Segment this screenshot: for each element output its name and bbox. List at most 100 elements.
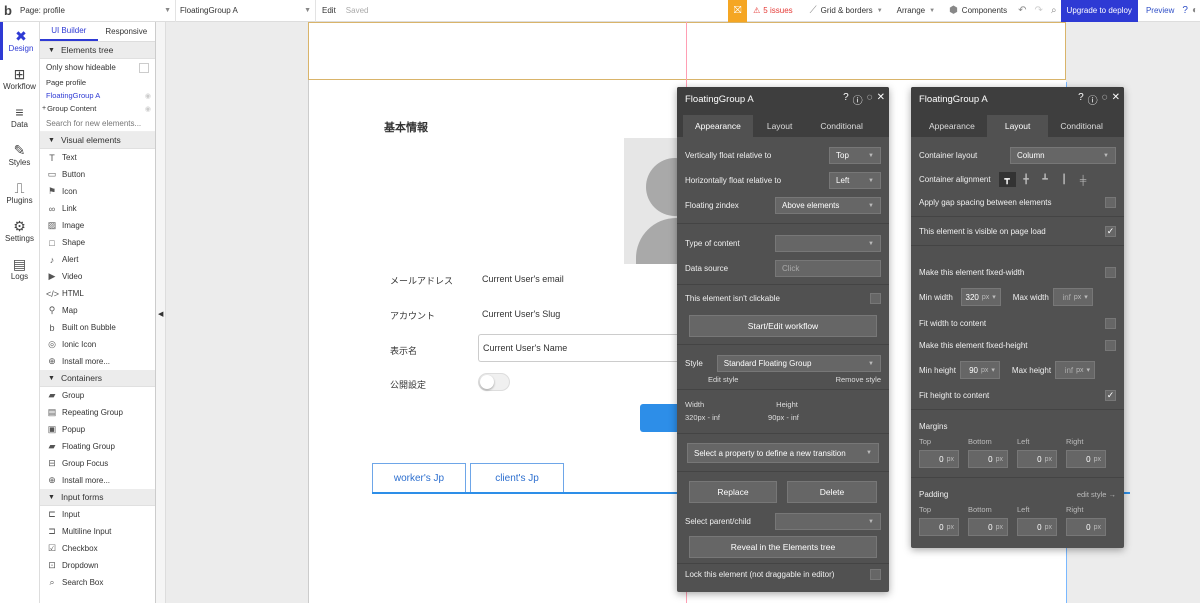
help-icon[interactable]: ? — [843, 92, 849, 107]
list-item[interactable]: ▰ Group — [40, 387, 155, 404]
margin-right-input[interactable]: 0 px — [1066, 450, 1106, 468]
comment-icon[interactable]: ◌ — [1102, 92, 1108, 107]
info-icon[interactable]: ⓘ — [1088, 92, 1098, 107]
list-item[interactable]: ▶ Video — [40, 268, 155, 285]
padding-top-input[interactable]: 0 px — [919, 518, 959, 536]
property-editor-appearance[interactable]: FloatingGroup A ? ⓘ ◌ ✕ Appearance Layou… — [677, 87, 889, 592]
public-setting-toggle[interactable] — [478, 373, 510, 391]
fixed-height-checkbox[interactable] — [1105, 340, 1116, 351]
gift-icon[interactable]: ⛝ — [728, 0, 748, 22]
issues-button[interactable]: ⚠ 5 issues — [753, 6, 793, 15]
containers-header[interactable]: ▼ Containers — [40, 370, 155, 387]
close-icon[interactable]: ✕ — [1112, 92, 1120, 107]
page-select[interactable]: Page: profile ▼ — [16, 0, 176, 22]
tree-item-floating-group[interactable]: FloatingGroup A ◉ — [40, 89, 155, 102]
rail-logs[interactable]: ▤ Logs — [0, 250, 39, 288]
edit-style-link[interactable]: edit style → — [1077, 490, 1116, 499]
fit-width-checkbox[interactable] — [1105, 318, 1116, 329]
align-stretch-icon[interactable]: ┃ — [1056, 172, 1073, 187]
public-setting-label[interactable]: 公開設定 — [390, 378, 426, 391]
email-value[interactable]: Current User's email — [482, 274, 564, 284]
padding-bottom-input[interactable]: 0 px — [968, 518, 1008, 536]
list-item[interactable]: ⚑ Icon — [40, 183, 155, 200]
list-item[interactable]: ▤ Repeating Group — [40, 404, 155, 421]
close-icon[interactable]: ✕ — [877, 92, 885, 107]
header-group[interactable] — [308, 22, 1066, 80]
list-item[interactable]: ▰ Floating Group — [40, 438, 155, 455]
plus-icon[interactable]: + — [42, 105, 46, 112]
list-item[interactable]: ⊡ Dropdown — [40, 557, 155, 574]
blue-button[interactable] — [640, 404, 680, 432]
list-item[interactable]: □ Shape — [40, 234, 155, 251]
list-item[interactable]: ∞ Link — [40, 200, 155, 217]
preview-button[interactable]: Preview — [1146, 6, 1174, 15]
upgrade-deploy-button[interactable]: Upgrade to deploy — [1060, 0, 1138, 22]
eye-icon[interactable]: ◉ — [145, 105, 151, 113]
list-item[interactable]: ☑ Checkbox — [40, 540, 155, 557]
list-item[interactable]: ▣ Popup — [40, 421, 155, 438]
tab-appearance[interactable]: Appearance — [683, 115, 753, 137]
element-select[interactable]: FloatingGroup A ▼ — [176, 0, 316, 22]
tab-ui-builder[interactable]: UI Builder — [40, 22, 98, 41]
remove-style-link[interactable]: Remove style — [836, 375, 881, 384]
not-clickable-checkbox[interactable] — [870, 293, 881, 304]
edit-menu[interactable]: Edit — [322, 6, 336, 15]
list-item[interactable]: ⊐ Multiline Input — [40, 523, 155, 540]
tree-item-page[interactable]: Page profile — [40, 76, 155, 89]
tree-item-group-content[interactable]: + Group Content ◉ — [40, 102, 155, 115]
list-item[interactable]: ▨ Image — [40, 217, 155, 234]
transition-select[interactable]: Select a property to define a new transi… — [687, 443, 879, 463]
margin-bottom-input[interactable]: 0 px — [968, 450, 1008, 468]
padding-right-input[interactable]: 0 px — [1066, 518, 1106, 536]
rail-workflow[interactable]: ⊞ Workflow — [0, 60, 39, 98]
eye-icon[interactable]: ◉ — [145, 92, 151, 100]
margin-top-input[interactable]: 0 px — [919, 450, 959, 468]
tab-layout[interactable]: Layout — [753, 115, 807, 137]
tab-responsive[interactable]: Responsive — [98, 22, 156, 41]
datasource-input[interactable]: Click — [775, 260, 881, 277]
elements-tree-header[interactable]: ▼ Elements tree — [40, 42, 155, 59]
align-center-icon[interactable]: ╋ — [1018, 172, 1035, 187]
start-edit-workflow-button[interactable]: Start/Edit workflow — [689, 315, 877, 337]
edit-style-link[interactable]: Edit style — [708, 375, 738, 384]
property-editor-layout[interactable]: FloatingGroup A ? ⓘ ◌ ✕ Appearance Layou… — [911, 87, 1124, 548]
content-type-select[interactable]: ▼ — [775, 235, 881, 252]
undo-icon[interactable]: ↶ — [1018, 5, 1026, 16]
help-icon[interactable]: ? — [1078, 92, 1084, 107]
tab-clients[interactable]: client's Jp — [470, 463, 564, 493]
help-icon[interactable]: ? — [1182, 5, 1188, 16]
style-select[interactable]: Standard Floating Group ▼ — [716, 355, 881, 372]
align-distribute-icon[interactable]: ╪ — [1075, 172, 1092, 187]
input-forms-header[interactable]: ▼ Input forms — [40, 489, 155, 506]
list-item[interactable]: ⚲ Map — [40, 302, 155, 319]
margin-left-input[interactable]: 0 px — [1017, 450, 1057, 468]
display-name-label[interactable]: 表示名 — [390, 344, 417, 357]
fit-height-checkbox[interactable]: ✓ — [1105, 390, 1116, 401]
lock-element-checkbox[interactable] — [870, 569, 881, 580]
visible-on-load-checkbox[interactable]: ✓ — [1105, 226, 1116, 237]
tab-conditional[interactable]: Conditional — [1048, 115, 1115, 137]
visual-elements-header[interactable]: ▼ Visual elements — [40, 132, 155, 149]
only-hideable-checkbox[interactable] — [139, 62, 149, 73]
search-icon[interactable]: ⌕ — [1051, 5, 1057, 16]
grid-borders-button[interactable]: ⟋ Grid & borders ▼ — [810, 5, 883, 16]
align-top-icon[interactable]: ┳ — [998, 172, 1016, 187]
delete-button[interactable]: Delete — [787, 481, 877, 503]
tab-appearance[interactable]: Appearance — [917, 115, 987, 137]
section-title[interactable]: 基本情報 — [384, 119, 428, 135]
tab-layout[interactable]: Layout — [986, 115, 1049, 137]
container-layout-select[interactable]: Column ▼ — [1010, 147, 1116, 164]
rail-settings[interactable]: ⚙ Settings — [0, 212, 39, 250]
padding-left-input[interactable]: 0 px — [1017, 518, 1057, 536]
bubble-logo[interactable]: b — [0, 0, 16, 22]
max-height-input[interactable]: inf px ▾ — [1055, 361, 1096, 379]
redo-icon[interactable]: ↷ — [1035, 5, 1043, 16]
element-search-input[interactable]: Search for new elements... — [40, 115, 155, 132]
list-item[interactable]: T Text — [40, 149, 155, 166]
editor-header[interactable]: FloatingGroup A ? ⓘ ◌ ✕ — [677, 87, 889, 111]
comment-icon[interactable]: ◌ — [867, 92, 873, 107]
list-item[interactable]: ⌕ Search Box — [40, 574, 155, 591]
list-item[interactable]: </> HTML — [40, 285, 155, 302]
parent-child-select[interactable]: ▼ — [775, 513, 881, 530]
list-item[interactable]: ⊕ Install more... — [40, 472, 155, 489]
